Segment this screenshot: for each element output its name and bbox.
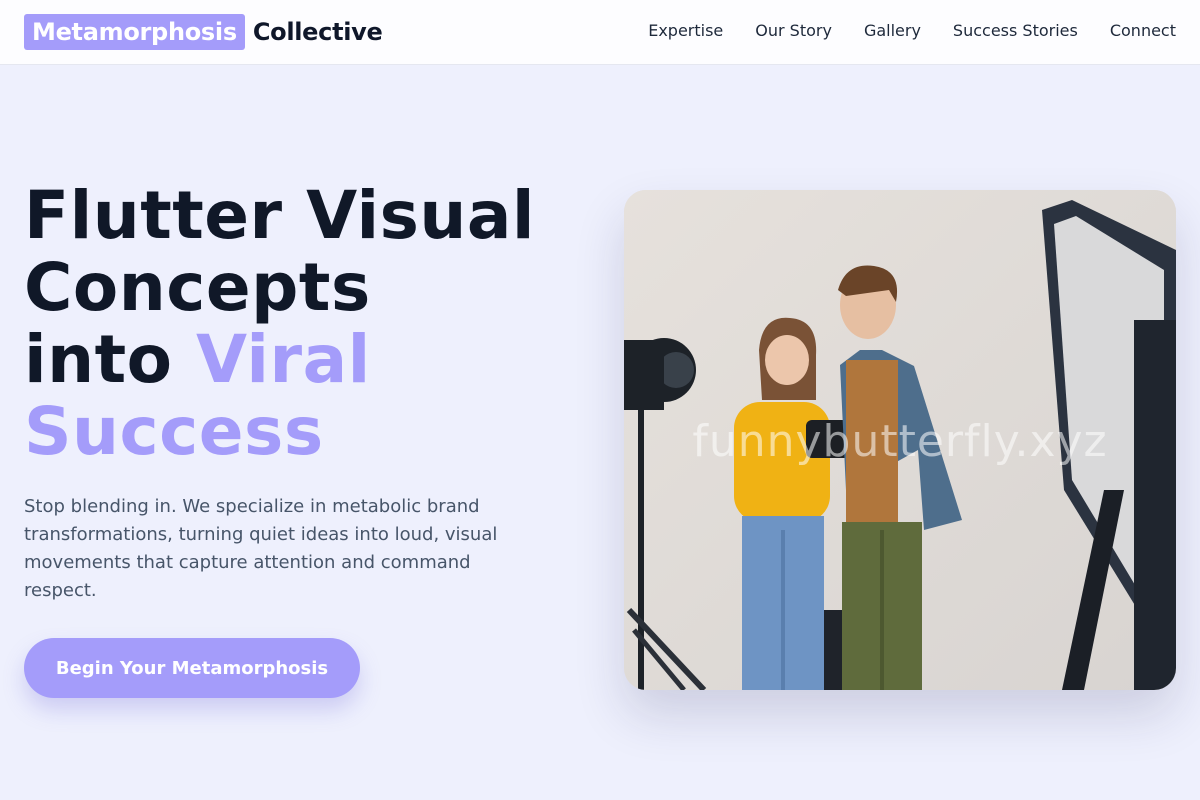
hero-description: Stop blending in. We specialize in metab… [24, 496, 498, 601]
image-watermark: funnybutterfly.xyz [692, 416, 1108, 467]
nav-link-expertise[interactable]: Expertise [648, 21, 723, 40]
headline-accent-viral: Viral [195, 321, 371, 398]
nav-link-connect[interactable]: Connect [1110, 21, 1176, 40]
headline-line-1: Flutter Visual [24, 177, 536, 254]
hero-headline: Flutter Visual Concepts into Viral Succe… [24, 180, 614, 468]
hero-photo: funnybutterfly.xyz [624, 190, 1176, 690]
begin-metamorphosis-button[interactable]: Begin Your Metamorphosis [24, 638, 360, 698]
nav-link-our-story[interactable]: Our Story [755, 21, 832, 40]
nav-link-gallery[interactable]: Gallery [864, 21, 921, 40]
headline-line-2: Concepts [24, 249, 371, 326]
headline-accent-success: Success [24, 393, 324, 470]
brand-logo-highlight: Metamorphosis [24, 14, 245, 50]
brand-logo[interactable]: Metamorphosis Collective [24, 14, 383, 50]
headline-line-3: into [24, 321, 196, 398]
nav-link-success-stories[interactable]: Success Stories [953, 21, 1078, 40]
main-nav: Expertise Our Story Gallery Success Stor… [648, 0, 1176, 60]
brand-logo-text: Collective [252, 18, 383, 46]
site-header: Metamorphosis Collective Expertise Our S… [0, 0, 1200, 65]
